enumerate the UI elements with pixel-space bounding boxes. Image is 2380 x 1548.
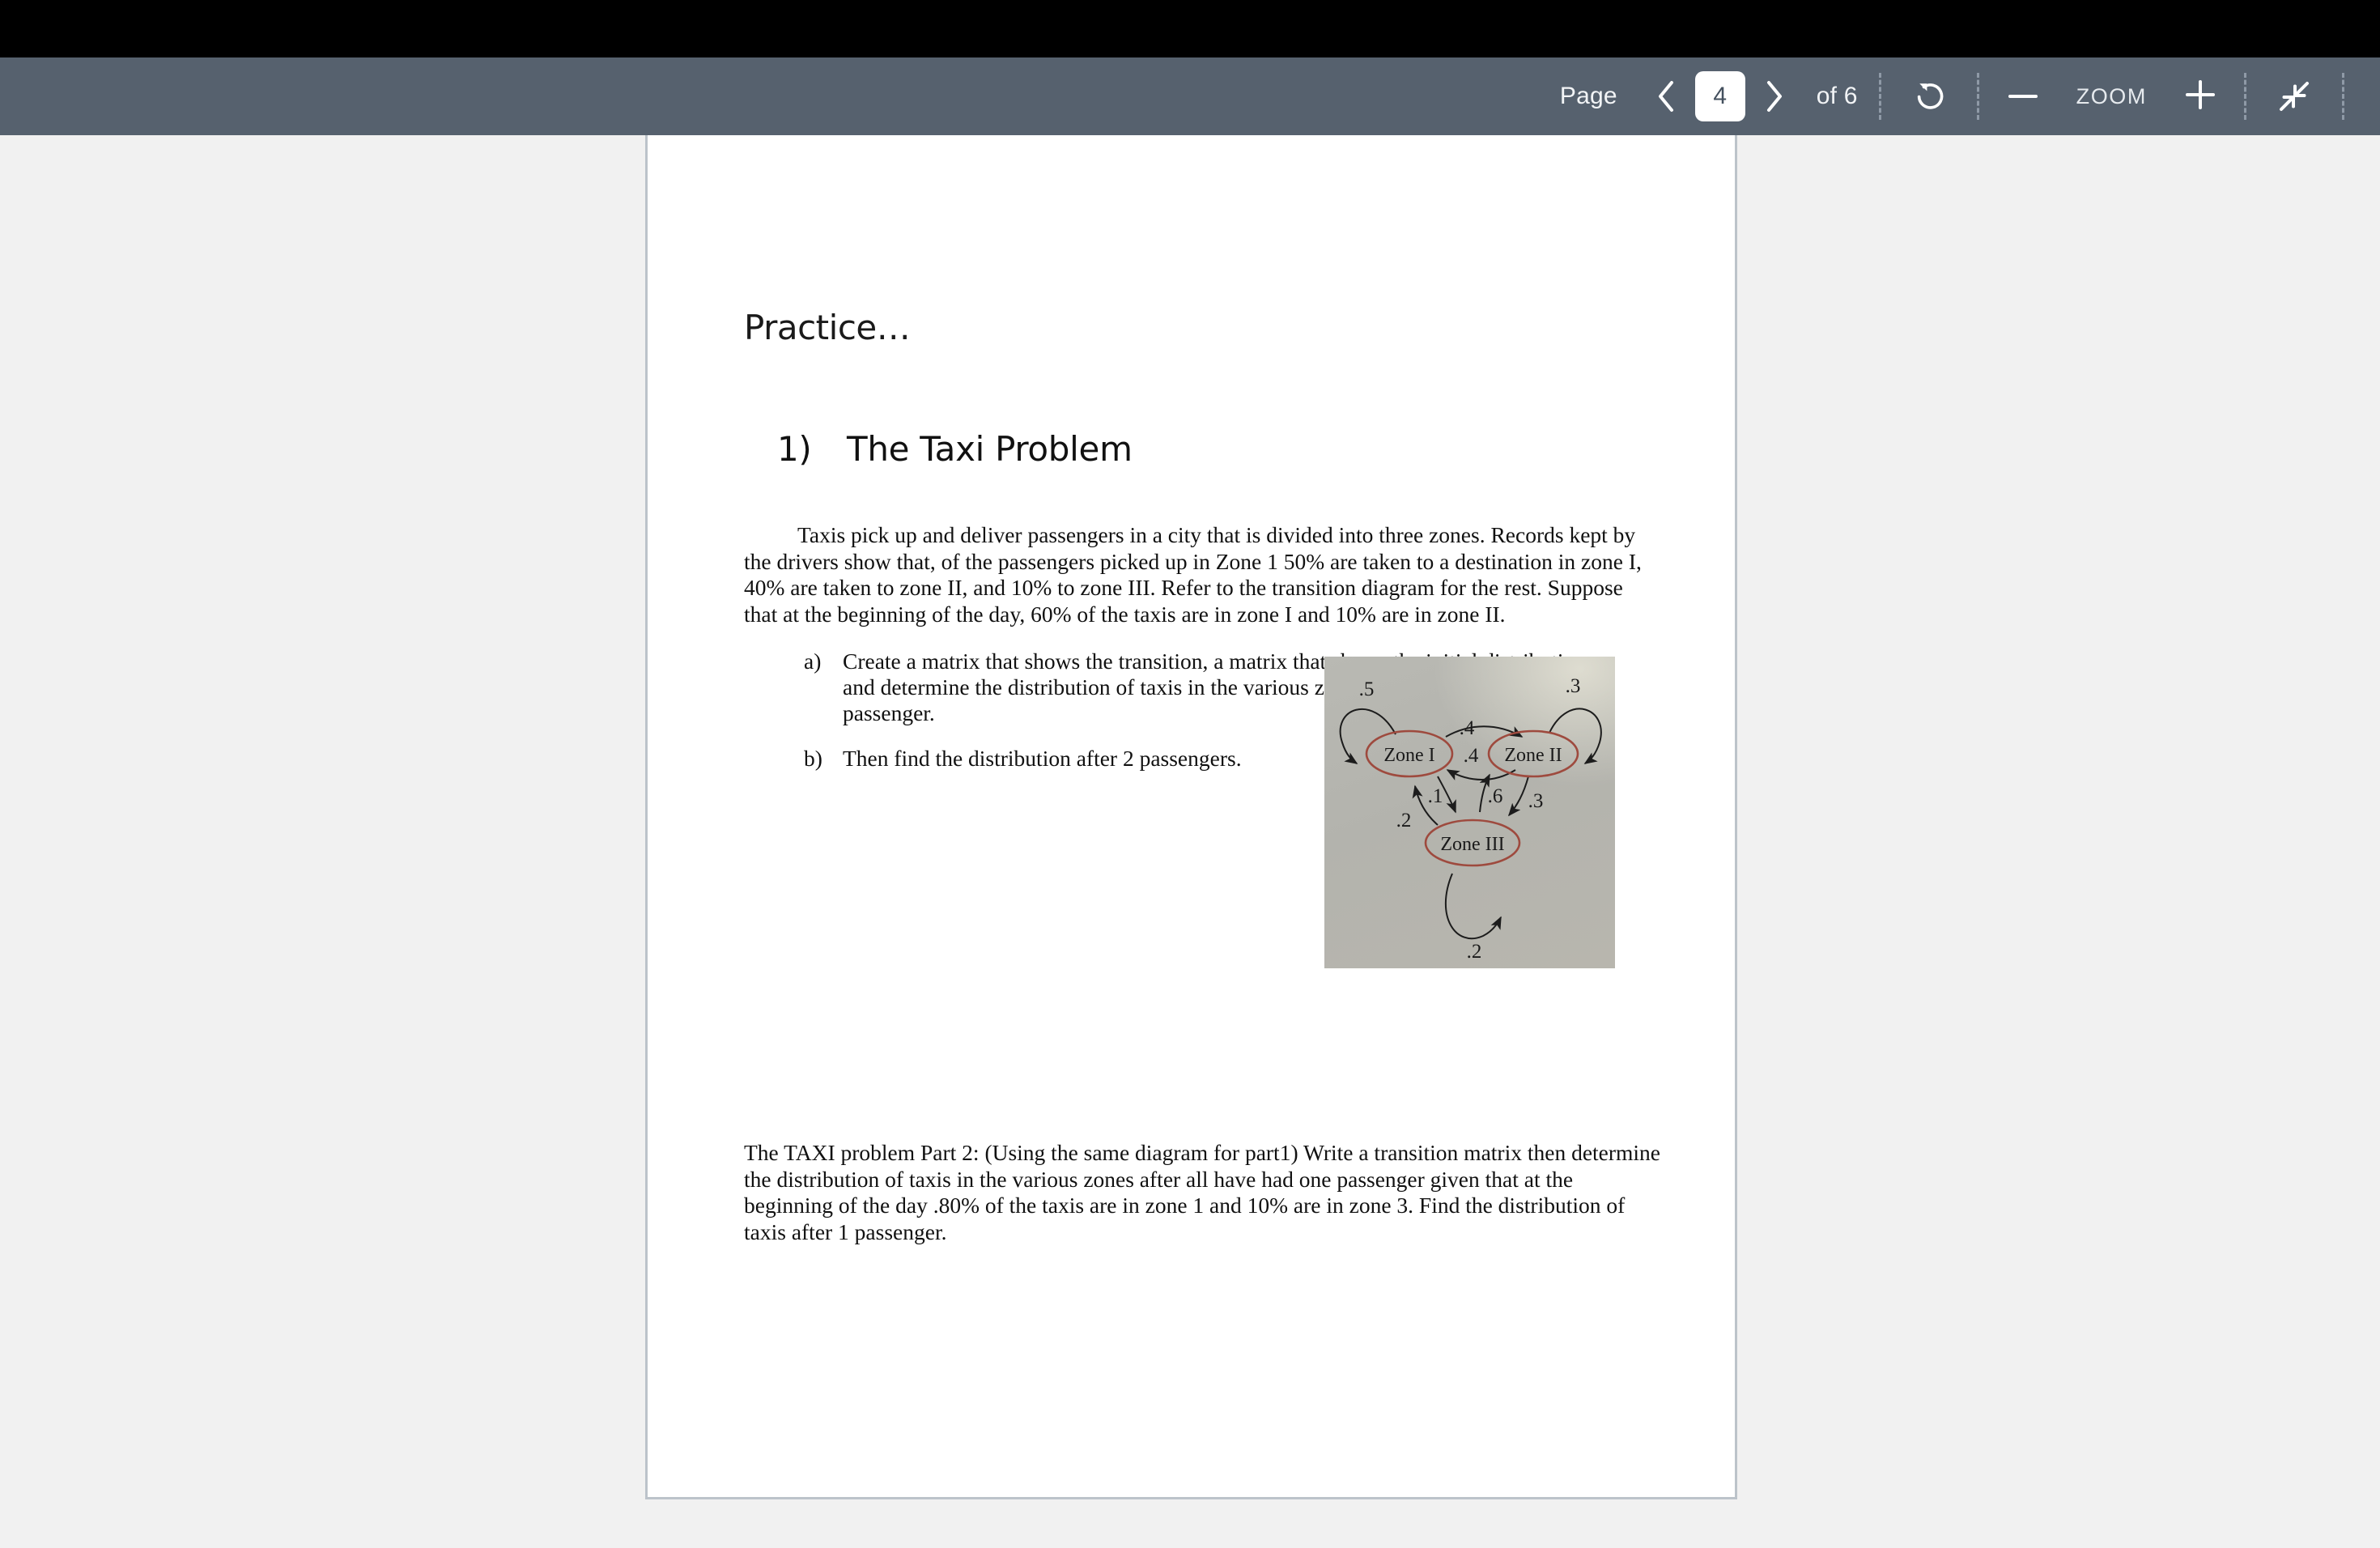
exit-fullscreen-icon — [2277, 79, 2311, 113]
document-viewer-area[interactable]: Practice… 1) The Taxi Problem Taxis pick … — [0, 135, 2380, 1548]
page-navigation-group: Page of 6 — [1560, 57, 1858, 135]
zoom-in-button[interactable] — [2178, 72, 2223, 121]
zoom-out-button[interactable] — [2000, 72, 2046, 121]
edge-label-iii-iii: .2 — [1467, 941, 1482, 963]
rotate-icon — [1911, 79, 1947, 114]
edge-label-i-ii: .4 — [1460, 717, 1475, 739]
zoom-label: ZOOM — [2076, 83, 2147, 108]
list-item-marker-b: b) — [804, 746, 822, 771]
page-total-label: of 6 — [1816, 83, 1858, 109]
page-number-input[interactable] — [1694, 71, 1745, 121]
top-black-bar — [0, 0, 2380, 57]
toolbar-divider-1 — [1878, 73, 1881, 120]
question-number: 1) — [777, 429, 812, 469]
rotate-button[interactable] — [1902, 70, 1956, 123]
toolbar-divider-3 — [2244, 73, 2246, 120]
edge-label-iii-i: .2 — [1396, 810, 1412, 831]
toolbar-divider-4 — [2342, 73, 2344, 120]
edge-label-i-iii: .1 — [1428, 785, 1443, 807]
page-label: Page — [1559, 83, 1617, 109]
node-zone-1-label: Zone I — [1383, 745, 1434, 766]
edge-label-ii-i: .4 — [1464, 745, 1479, 767]
intro-paragraph-text: Taxis pick up and deliver passengers in … — [744, 522, 1642, 627]
transition-diagram-image: Zone I Zone II Zone III .5 .4 .4 .3 .1 .… — [1324, 657, 1615, 968]
node-zone-2-label: Zone II — [1504, 745, 1562, 766]
page-title: Practice… — [744, 308, 911, 347]
document-page: Practice… 1) The Taxi Problem Taxis pick … — [645, 135, 1737, 1499]
next-page-button[interactable] — [1750, 70, 1799, 123]
toolbar-divider-2 — [1976, 73, 1979, 120]
question-title: The Taxi Problem — [847, 429, 1133, 469]
edge-label-i-i: .5 — [1359, 678, 1375, 700]
plus-icon — [2186, 79, 2215, 113]
edge-label-ii-ii: .3 — [1566, 675, 1581, 697]
transition-diagram-svg: Zone I Zone II Zone III .5 .4 .4 .3 .1 .… — [1339, 675, 1602, 963]
edge-label-ii-iii: .3 — [1528, 790, 1544, 812]
node-zone-3-label: Zone III — [1440, 834, 1504, 855]
question-heading: 1) The Taxi Problem — [777, 429, 1133, 469]
zoom-group: ZOOM — [2000, 57, 2223, 135]
previous-page-button[interactable] — [1642, 70, 1690, 123]
pdf-viewer-toolbar: Page of 6 — [0, 57, 2380, 135]
exit-fullscreen-button[interactable] — [2267, 70, 2321, 123]
fullscreen-group — [2267, 57, 2321, 135]
rotate-group — [1902, 57, 1956, 135]
intro-paragraph: Taxis pick up and deliver passengers in … — [744, 522, 1659, 627]
minus-icon — [2008, 89, 2038, 104]
chevron-right-icon — [1764, 79, 1785, 113]
list-item-marker-a: a) — [804, 649, 822, 674]
chevron-left-icon — [1655, 79, 1677, 113]
edge-label-iii-ii: .6 — [1488, 785, 1503, 807]
part2-paragraph: The TAXI problem Part 2: (Using the same… — [744, 1140, 1661, 1244]
